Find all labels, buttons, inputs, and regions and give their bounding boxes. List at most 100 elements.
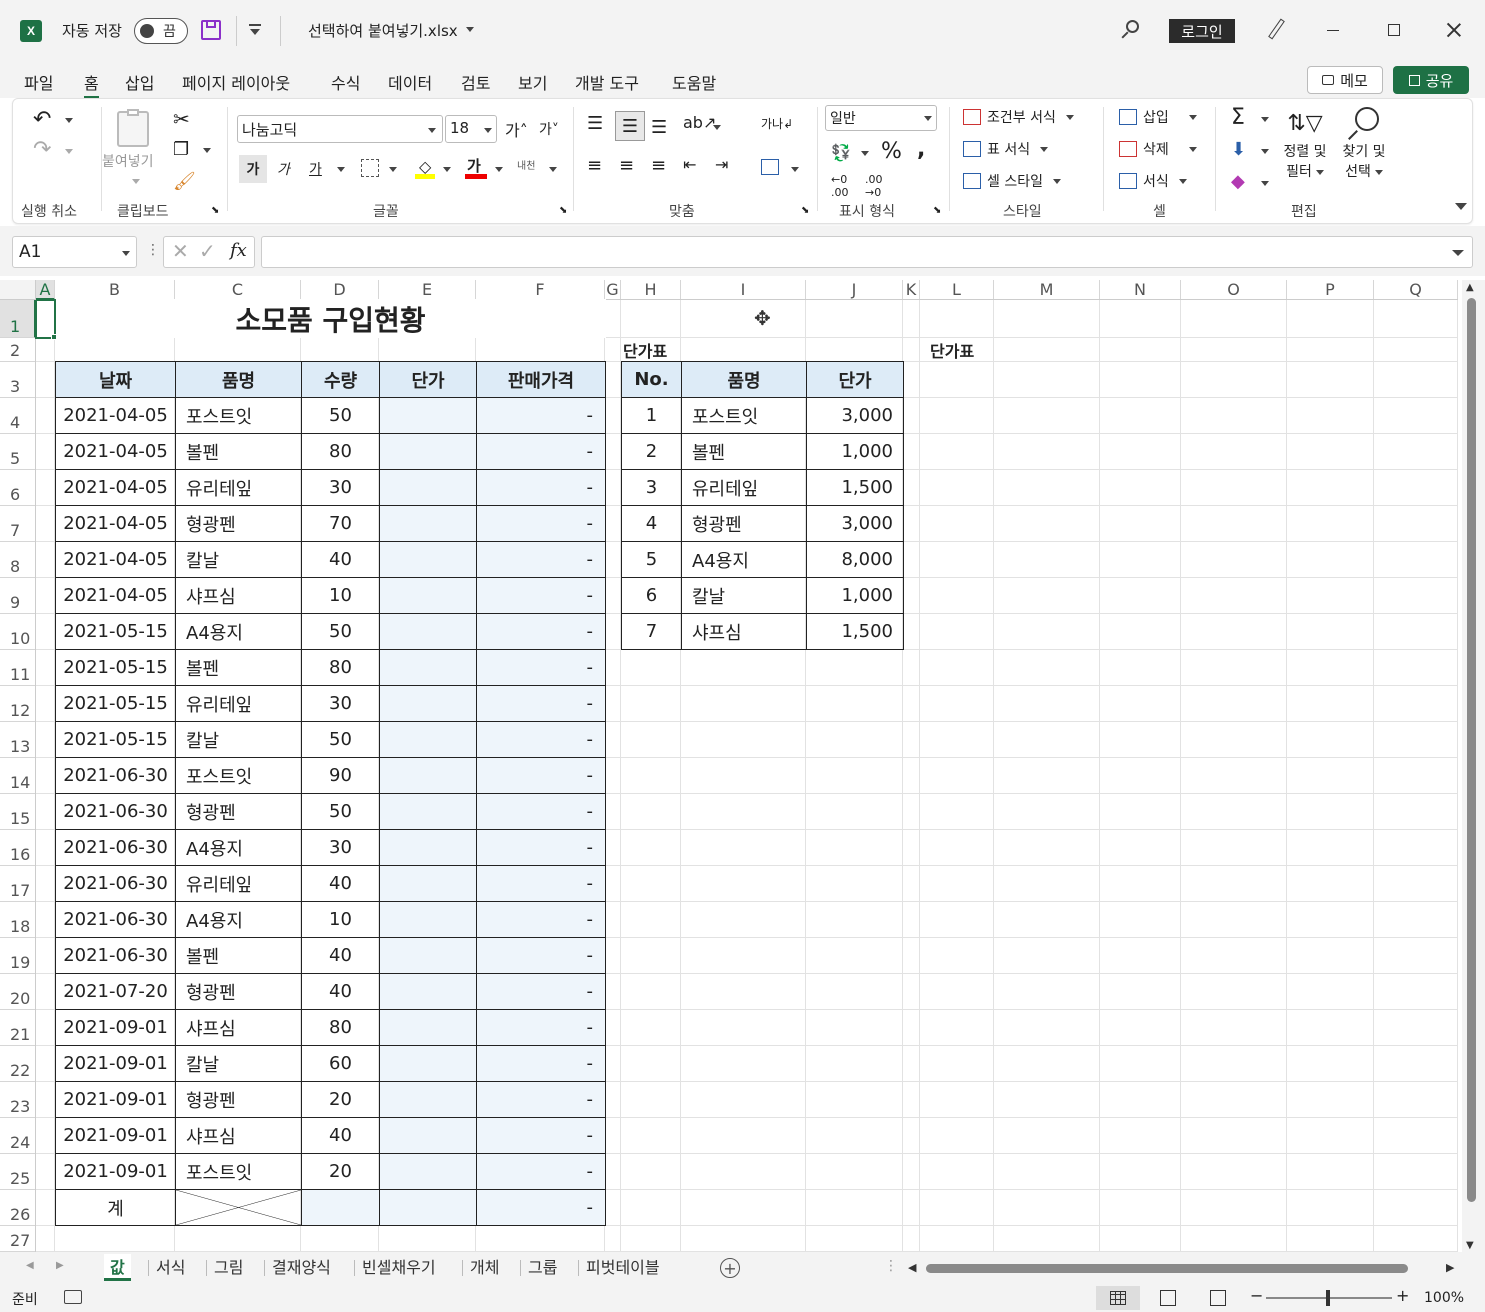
menu-help[interactable]: 도움말: [672, 70, 716, 94]
row-header-15[interactable]: 15: [0, 794, 36, 830]
menu-page-layout[interactable]: 페이지 레이아웃: [182, 70, 290, 94]
sheet-tab-6[interactable]: 그룹: [522, 1254, 563, 1278]
column-header-E[interactable]: E: [379, 280, 476, 300]
sheet-tab-7[interactable]: 피벗테이블: [580, 1254, 666, 1278]
column-header-J[interactable]: J: [806, 280, 903, 300]
add-sheet-button[interactable]: +: [720, 1258, 740, 1278]
cancel-icon[interactable]: ✕: [172, 239, 189, 263]
fill-handle[interactable]: [51, 334, 57, 340]
align-top-icon[interactable]: ☰: [587, 113, 603, 134]
chevron-down-icon[interactable]: [203, 148, 211, 153]
column-header-I[interactable]: I: [681, 280, 806, 300]
memo-button[interactable]: 메모: [1307, 66, 1383, 94]
chevron-down-icon[interactable]: [1261, 181, 1269, 186]
delete-cells-button[interactable]: 삭제: [1119, 139, 1197, 159]
chevron-down-icon[interactable]: [713, 125, 721, 130]
decrease-decimal-icon[interactable]: .00 →0: [865, 173, 883, 199]
chevron-down-icon[interactable]: [495, 167, 503, 172]
fill-icon[interactable]: ⬇: [1231, 139, 1246, 160]
accessibility-icon[interactable]: [64, 1290, 82, 1304]
row-header-3[interactable]: 3: [0, 362, 36, 398]
paste-label[interactable]: 붙여넣기: [102, 151, 154, 171]
column-header-K[interactable]: K: [903, 280, 920, 300]
chevron-down-icon[interactable]: [337, 167, 345, 172]
merge-center-icon[interactable]: [761, 159, 779, 175]
scroll-down-icon[interactable]: ▼: [1466, 1240, 1474, 1251]
sort-filter-button[interactable]: ⇅▽ 정렬 및 필터: [1283, 107, 1327, 181]
menu-home[interactable]: 홈: [84, 70, 99, 99]
column-header-L[interactable]: L: [920, 280, 994, 300]
font-size-select[interactable]: 18: [445, 115, 497, 143]
column-header-C[interactable]: C: [175, 280, 301, 300]
row-header-8[interactable]: 8: [0, 542, 36, 578]
menu-formulas[interactable]: 수식: [331, 70, 360, 94]
column-header-F[interactable]: F: [476, 280, 605, 300]
name-box[interactable]: A1: [12, 236, 137, 268]
undo-icon[interactable]: ↶: [33, 107, 51, 132]
login-button[interactable]: 로그인: [1169, 19, 1235, 43]
column-header-G[interactable]: G: [605, 280, 621, 300]
row-header-22[interactable]: 22: [0, 1046, 36, 1082]
chevron-down-icon[interactable]: [443, 167, 451, 172]
row-header-21[interactable]: 21: [0, 1010, 36, 1046]
row-header-10[interactable]: 10: [0, 614, 36, 650]
percent-icon[interactable]: %: [881, 139, 902, 164]
chevron-down-icon[interactable]: [466, 27, 474, 32]
row-header-7[interactable]: 7: [0, 506, 36, 542]
increase-indent-icon[interactable]: ⇥: [715, 155, 728, 174]
autosave-toggle[interactable]: 끔: [134, 18, 188, 44]
row-header-5[interactable]: 5: [0, 434, 36, 470]
column-header-Q[interactable]: Q: [1374, 280, 1458, 300]
chevron-down-icon[interactable]: [65, 118, 73, 123]
format-cells-button[interactable]: 서식: [1119, 171, 1187, 191]
row-header-13[interactable]: 13: [0, 722, 36, 758]
minimize-icon[interactable]: [1327, 30, 1339, 31]
insert-cells-button[interactable]: 삽입: [1119, 107, 1197, 127]
align-left-icon[interactable]: ≡: [587, 155, 602, 176]
dialog-launcher-icon[interactable]: ⬊: [801, 205, 809, 216]
conditional-format-button[interactable]: 조건부 서식: [963, 107, 1074, 127]
row-header-1[interactable]: 1: [0, 300, 36, 338]
menu-data[interactable]: 데이터: [388, 70, 432, 94]
chevron-down-icon[interactable]: [1261, 117, 1269, 122]
row-header-26[interactable]: 26: [0, 1190, 36, 1226]
table-format-button[interactable]: 표 서식: [963, 139, 1049, 159]
increase-decimal-icon[interactable]: ←0.00: [831, 173, 849, 199]
column-header-M[interactable]: M: [994, 280, 1100, 300]
row-header-24[interactable]: 24: [0, 1118, 36, 1154]
sheet-tab-0[interactable]: 값: [104, 1254, 131, 1281]
dialog-launcher-icon[interactable]: ⬊: [933, 205, 941, 216]
horizontal-scrollbar[interactable]: [926, 1264, 1408, 1273]
comma-icon[interactable]: ,: [917, 137, 925, 162]
zoom-out-icon[interactable]: −: [1250, 1286, 1263, 1305]
scroll-left-icon[interactable]: ◀: [908, 1261, 916, 1274]
more-icon[interactable]: ⋮: [146, 242, 160, 258]
sheet-tab-3[interactable]: 결재양식: [266, 1254, 337, 1278]
column-header-P[interactable]: P: [1287, 280, 1374, 300]
row-header-11[interactable]: 11: [0, 650, 36, 686]
page-break-icon[interactable]: [1210, 1290, 1226, 1306]
zoom-level[interactable]: 100%: [1424, 1290, 1464, 1306]
row-header-16[interactable]: 16: [0, 830, 36, 866]
chevron-down-icon[interactable]: [1261, 149, 1269, 154]
share-button[interactable]: 공유: [1393, 66, 1469, 94]
pen-icon[interactable]: [1266, 18, 1286, 40]
menu-review[interactable]: 검토: [461, 70, 490, 94]
autosum-icon[interactable]: Σ: [1231, 105, 1245, 130]
paste-icon[interactable]: [117, 109, 149, 147]
sheet-tab-4[interactable]: 빈셀채우기: [356, 1254, 442, 1278]
accounting-icon[interactable]: 💱: [831, 143, 851, 162]
page-layout-icon[interactable]: [1160, 1290, 1176, 1306]
row-header-2[interactable]: 2: [0, 338, 36, 362]
row-header-14[interactable]: 14: [0, 758, 36, 794]
scroll-right-icon[interactable]: ▶: [1446, 1261, 1454, 1274]
prev-sheet-icon[interactable]: ◀: [26, 1260, 34, 1271]
increase-font-icon[interactable]: 가˄: [505, 117, 528, 141]
align-right-icon[interactable]: ≡: [651, 155, 666, 176]
row-header-27[interactable]: 27: [0, 1226, 36, 1252]
menu-insert[interactable]: 삽입: [125, 70, 154, 94]
row-header-9[interactable]: 9: [0, 578, 36, 614]
number-format-select[interactable]: 일반: [825, 105, 937, 131]
zoom-in-icon[interactable]: +: [1396, 1286, 1409, 1305]
borders-icon[interactable]: [361, 159, 379, 177]
